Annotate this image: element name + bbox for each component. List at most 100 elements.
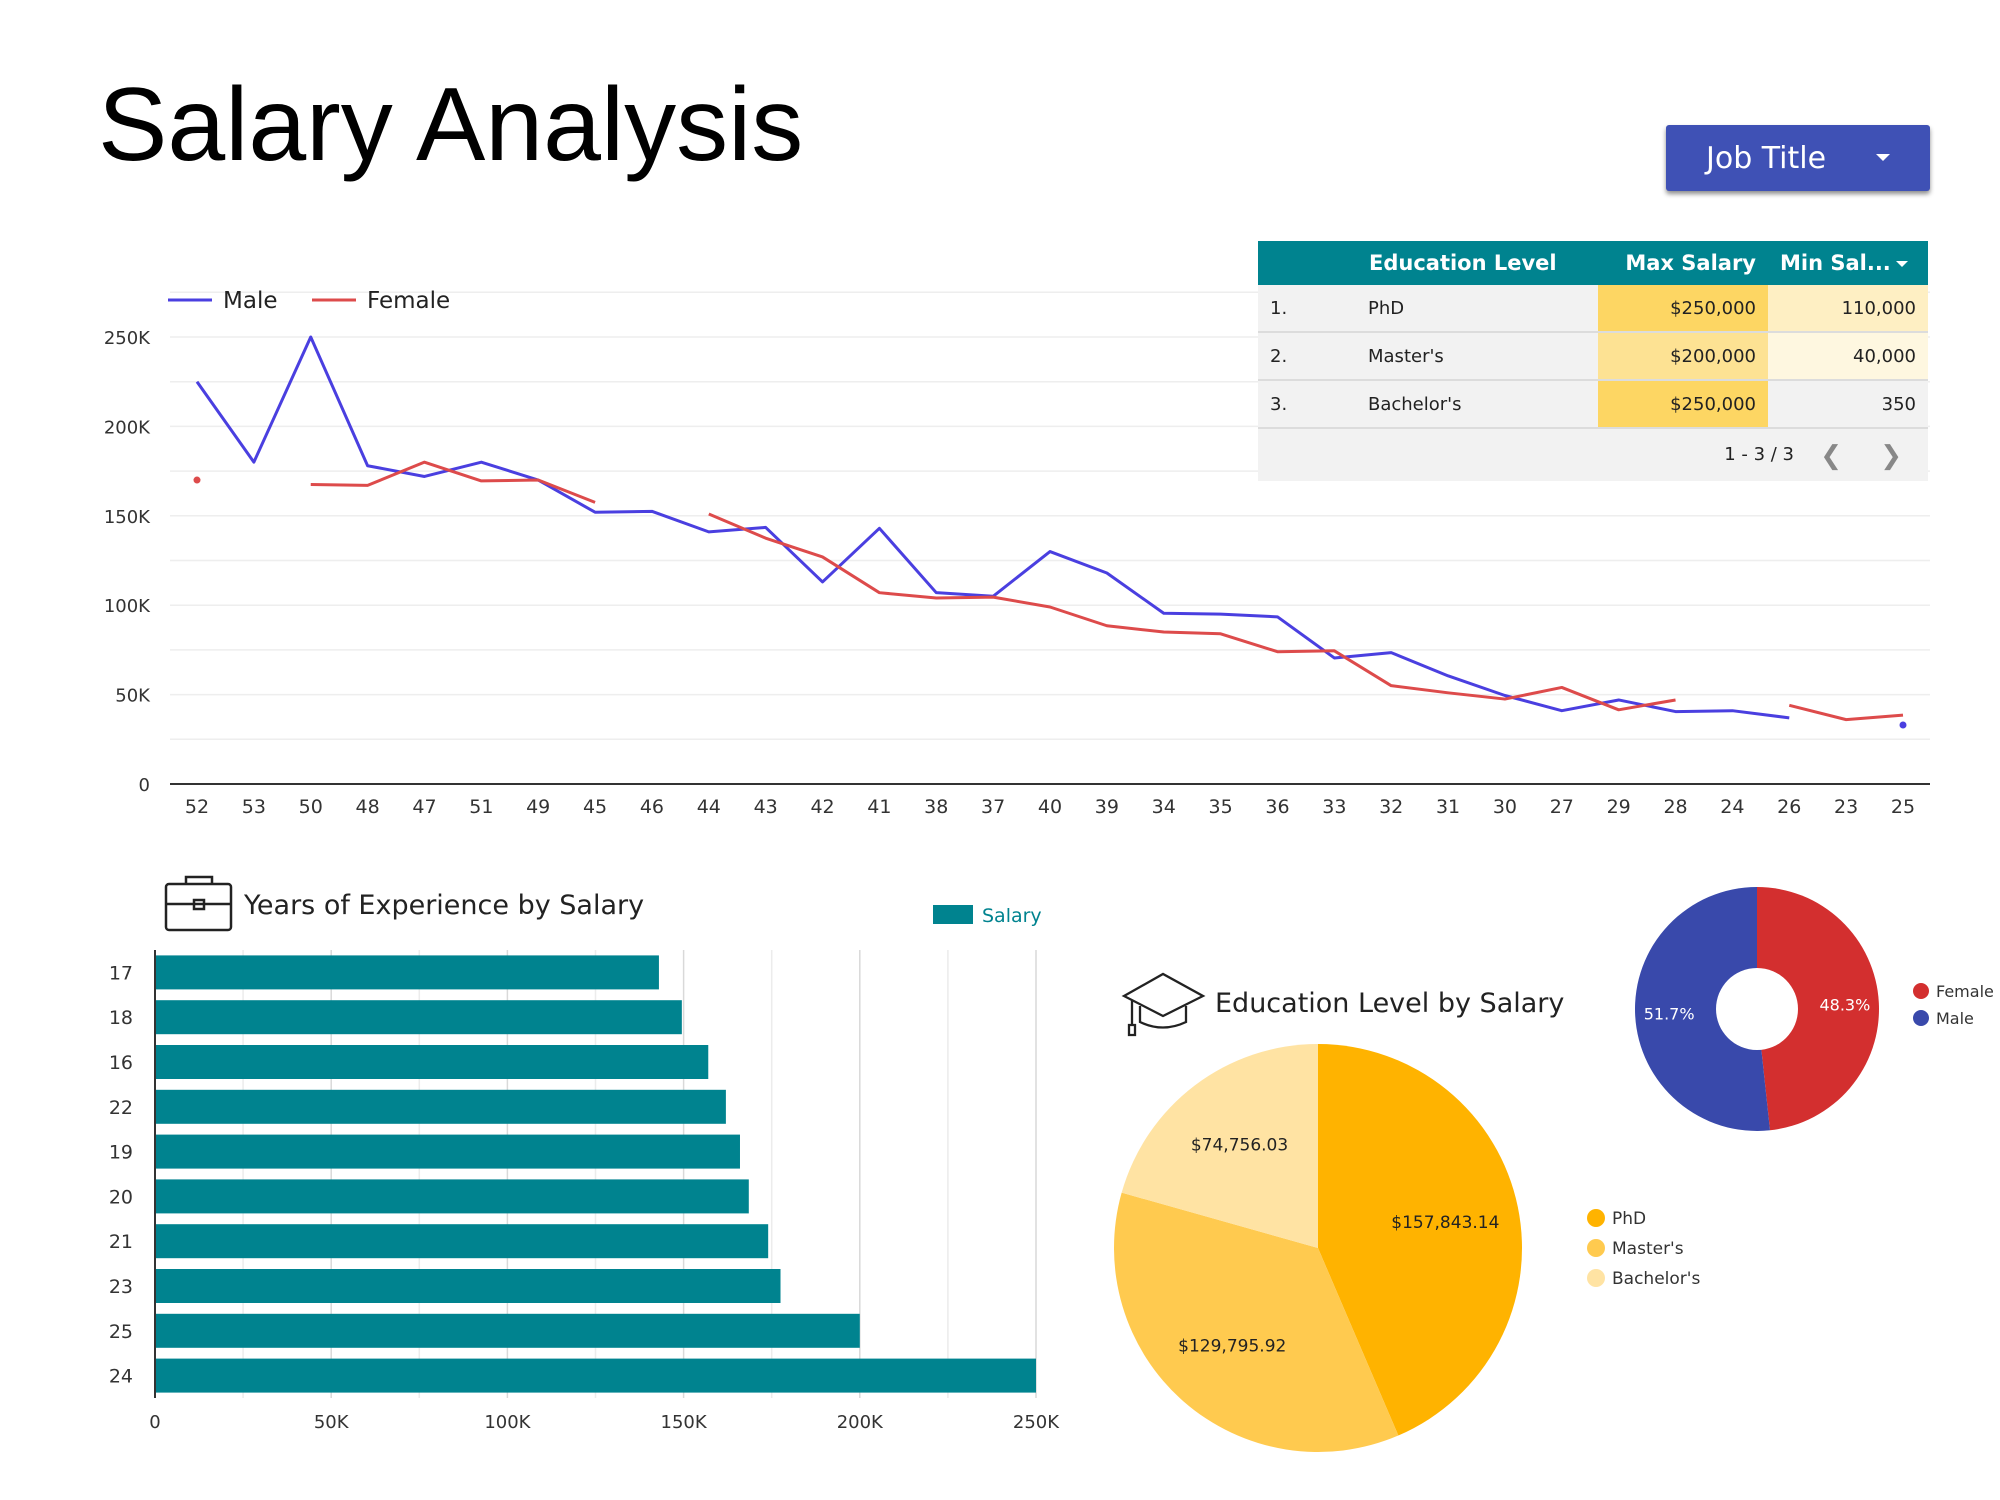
legend-dot-male (1913, 1010, 1929, 1026)
legend-label: Master's (1612, 1239, 1684, 1259)
chevron-right-icon[interactable]: ❯ (1880, 441, 1902, 471)
legend-dot-female (1913, 983, 1929, 999)
x-tick-label: 44 (697, 796, 721, 818)
slice-value-label: $157,843.14 (1391, 1213, 1499, 1233)
legend-swatch-salary (933, 905, 973, 924)
slice-value-label: $129,795.92 (1178, 1337, 1286, 1357)
y-tick-label: 200K (104, 417, 151, 438)
y-tick-label: 21 (109, 1231, 133, 1253)
x-tick-label: 45 (583, 796, 607, 818)
y-tick-label: 250K (104, 328, 151, 349)
x-tick-label: 27 (1550, 796, 1574, 818)
x-tick-label: 23 (1834, 796, 1858, 818)
x-tick-label: 34 (1152, 796, 1176, 818)
slice-masters (1114, 1192, 1399, 1453)
x-tick-label: 35 (1209, 796, 1233, 818)
legend-label: Bachelor's (1612, 1269, 1700, 1289)
row-min-salary: 40,000 (1768, 333, 1928, 379)
x-tick-label: 31 (1436, 796, 1460, 818)
legend-dot-phd (1587, 1209, 1605, 1227)
y-tick-label: 16 (109, 1052, 133, 1074)
row-max-salary: $250,000 (1598, 285, 1768, 331)
salary-bar (156, 955, 659, 990)
x-tick-label: 49 (526, 796, 550, 818)
donut-hole (1716, 968, 1798, 1050)
data-point-female (193, 476, 201, 484)
x-tick-label: 250K (1013, 1412, 1060, 1433)
legend-label: PhD (1612, 1209, 1646, 1229)
salary-bar (156, 1179, 749, 1214)
education-salary-table: Education Level Max Salary Min Sal... 1.… (1258, 241, 1928, 481)
x-tick-label: 24 (1720, 796, 1744, 818)
y-tick-label: 24 (109, 1366, 133, 1388)
salary-bar (156, 1134, 740, 1169)
x-tick-label: 200K (837, 1412, 884, 1433)
x-tick-label: 40 (1038, 796, 1062, 818)
row-index: 1. (1270, 297, 1288, 319)
table-row[interactable]: 3. Bachelor's $250,000 350 (1258, 381, 1928, 429)
row-education: Master's (1368, 345, 1444, 367)
data-point-male (1899, 721, 1907, 729)
x-tick-label: 26 (1777, 796, 1801, 818)
chevron-left-icon[interactable]: ❮ (1820, 441, 1842, 471)
bar-chart-title: Years of Experience by Salary (243, 890, 644, 921)
x-tick-label: 46 (640, 796, 664, 818)
x-tick-label: 150K (661, 1412, 708, 1433)
x-tick-label: 28 (1663, 796, 1687, 818)
salary-bar (156, 1089, 726, 1124)
table-row[interactable]: 2. Master's $200,000 40,000 (1258, 333, 1928, 381)
row-index: 2. (1270, 345, 1288, 367)
y-tick-label: 22 (109, 1097, 133, 1119)
legend-label-female: Female (367, 288, 450, 314)
x-tick-label: 42 (810, 796, 834, 818)
y-tick-label: 19 (109, 1142, 133, 1164)
slice-female (1757, 887, 1879, 1131)
legend-dot-masters (1587, 1239, 1605, 1257)
row-min-salary: 110,000 (1768, 285, 1928, 331)
table-row[interactable]: 1. PhD $250,000 110,000 (1258, 285, 1928, 333)
x-tick-label: 32 (1379, 796, 1403, 818)
slice-value-label: $74,756.03 (1191, 1135, 1288, 1155)
header-max-salary[interactable]: Max Salary (1598, 241, 1768, 285)
x-tick-label: 50K (314, 1412, 350, 1433)
x-tick-label: 39 (1095, 796, 1119, 818)
x-tick-label: 100K (484, 1412, 531, 1433)
y-tick-label: 23 (109, 1276, 133, 1298)
y-tick-label: 50K (115, 686, 151, 707)
row-education: Bachelor's (1368, 393, 1462, 415)
salary-bar (156, 1313, 860, 1348)
salary-bar (156, 1000, 682, 1035)
x-tick-label: 25 (1891, 796, 1915, 818)
x-tick-label: 50 (299, 796, 323, 818)
pie-chart-title: Education Level by Salary (1215, 988, 1564, 1019)
row-max-salary: $200,000 (1598, 333, 1768, 379)
x-tick-label: 53 (242, 796, 266, 818)
x-tick-label: 29 (1607, 796, 1631, 818)
sort-desc-icon[interactable] (1896, 261, 1908, 267)
x-tick-label: 47 (412, 796, 436, 818)
pager-range: 1 - 3 / 3 (1724, 444, 1794, 465)
y-tick-label: 20 (109, 1186, 133, 1208)
x-tick-label: 37 (981, 796, 1005, 818)
y-tick-label: 17 (109, 962, 133, 984)
row-max-salary: $250,000 (1598, 381, 1768, 427)
y-tick-label: 25 (109, 1321, 133, 1343)
legend-label-male: Male (223, 288, 277, 314)
slice-value-label: 48.3% (1819, 995, 1870, 1014)
y-tick-label: 18 (109, 1007, 133, 1029)
header-education-level[interactable]: Education Level (1358, 241, 1608, 285)
table-pager: 1 - 3 / 3 ❮ ❯ (1258, 429, 1928, 481)
legend-label-salary: Salary (982, 905, 1042, 927)
table-header-row: Education Level Max Salary Min Sal... (1258, 241, 1928, 285)
x-tick-label: 36 (1265, 796, 1289, 818)
x-tick-label: 0 (149, 1412, 160, 1433)
graduation-cap-icon (1121, 972, 1206, 1037)
slice-male (1635, 887, 1771, 1131)
x-tick-label: 51 (469, 796, 493, 818)
salary-bar (156, 1269, 781, 1303)
salary-bar (156, 1224, 769, 1259)
x-tick-label: 48 (356, 796, 380, 818)
x-tick-label: 41 (867, 796, 891, 818)
series-line-female (708, 512, 1676, 712)
x-tick-label: 52 (185, 796, 209, 818)
